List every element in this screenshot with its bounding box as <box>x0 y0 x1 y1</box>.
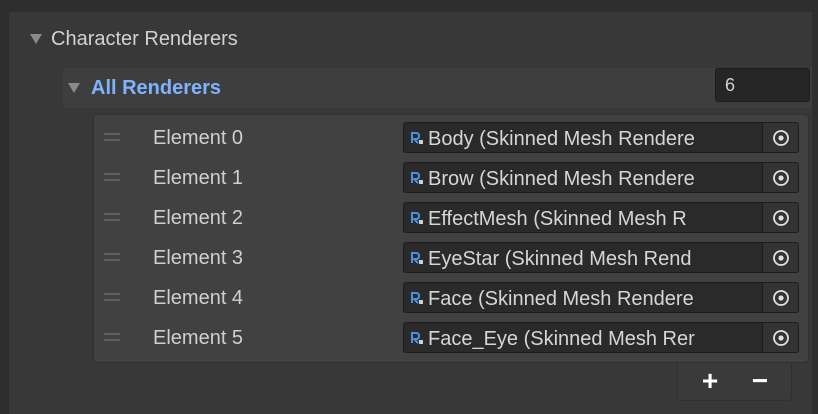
drag-handle-icon[interactable] <box>104 253 120 261</box>
list-element-row: Element 0 Body (Skinned Mesh Rendere <box>94 117 808 157</box>
object-field-value: EyeStar (Skinned Mesh Rend <box>428 248 692 270</box>
add-element-button[interactable]: + <box>690 365 730 397</box>
object-field-value: EffectMesh (Skinned Mesh R <box>428 208 687 230</box>
drag-handle-icon[interactable] <box>104 213 120 221</box>
all-renderers-foldout[interactable]: All Renderers <box>68 75 221 101</box>
element-label: Element 2 <box>153 207 244 229</box>
list-element-row: Element 4 Face (Skinned Mesh Rendere <box>94 277 808 317</box>
object-picker-icon <box>772 129 789 146</box>
skinned-mesh-renderer-icon <box>411 292 423 304</box>
character-renderers-foldout[interactable]: Character Renderers <box>30 22 238 56</box>
object-picker-icon <box>772 209 789 226</box>
skinned-mesh-renderer-icon <box>411 132 423 144</box>
skinned-mesh-renderer-icon <box>411 252 423 264</box>
drag-handle-icon[interactable] <box>104 293 120 301</box>
object-picker-icon <box>772 169 789 186</box>
element-label: Element 0 <box>153 127 244 149</box>
object-picker-button[interactable] <box>762 283 798 312</box>
object-picker-button[interactable] <box>762 123 798 152</box>
skinned-mesh-renderer-icon <box>411 332 423 344</box>
list-element-row: Element 1 Brow (Skinned Mesh Rendere <box>94 157 808 197</box>
object-field[interactable]: Face_Eye (Skinned Mesh Rer <box>403 322 799 353</box>
drag-handle-icon[interactable] <box>104 173 120 181</box>
object-field[interactable]: EffectMesh (Skinned Mesh R <box>403 202 799 233</box>
element-label: Element 3 <box>153 247 244 269</box>
list-element-row: Element 3 EyeStar (Skinned Mesh Rend <box>94 237 808 277</box>
object-picker-icon <box>772 289 789 306</box>
object-picker-icon <box>772 249 789 266</box>
object-field[interactable]: EyeStar (Skinned Mesh Rend <box>403 242 799 273</box>
element-label: Element 4 <box>153 287 244 309</box>
element-label: Element 5 <box>153 327 244 349</box>
object-picker-button[interactable] <box>762 203 798 232</box>
section-title: Character Renderers <box>51 27 238 50</box>
list-element-row: Element 2 EffectMesh (Skinned Mesh R <box>94 197 808 237</box>
object-field[interactable]: Face (Skinned Mesh Rendere <box>403 282 799 313</box>
object-picker-button[interactable] <box>762 243 798 272</box>
object-picker-icon <box>772 329 789 346</box>
element-label: Element 1 <box>153 167 244 189</box>
object-field-value: Face (Skinned Mesh Rendere <box>428 288 694 310</box>
skinned-mesh-renderer-icon <box>411 212 423 224</box>
triangle-down-icon[interactable] <box>30 34 42 44</box>
list-element-row: Element 5 Face_Eye (Skinned Mesh Rer <box>94 317 808 357</box>
object-field[interactable]: Brow (Skinned Mesh Rendere <box>403 162 799 193</box>
object-field-value: Body (Skinned Mesh Rendere <box>428 128 695 150</box>
object-picker-button[interactable] <box>762 163 798 192</box>
object-picker-button[interactable] <box>762 323 798 352</box>
object-field[interactable]: Body (Skinned Mesh Rendere <box>403 122 799 153</box>
object-field-value: Brow (Skinned Mesh Rendere <box>428 168 695 190</box>
list-title: All Renderers <box>91 76 222 99</box>
list-footer: + − <box>677 363 792 401</box>
triangle-down-icon[interactable] <box>68 83 80 93</box>
skinned-mesh-renderer-icon <box>411 172 423 184</box>
object-field-value: Face_Eye (Skinned Mesh Rer <box>428 328 695 350</box>
list-size-field[interactable]: 6 <box>715 68 810 102</box>
drag-handle-icon[interactable] <box>104 333 120 341</box>
drag-handle-icon[interactable] <box>104 133 120 141</box>
remove-element-button[interactable]: − <box>740 365 780 397</box>
